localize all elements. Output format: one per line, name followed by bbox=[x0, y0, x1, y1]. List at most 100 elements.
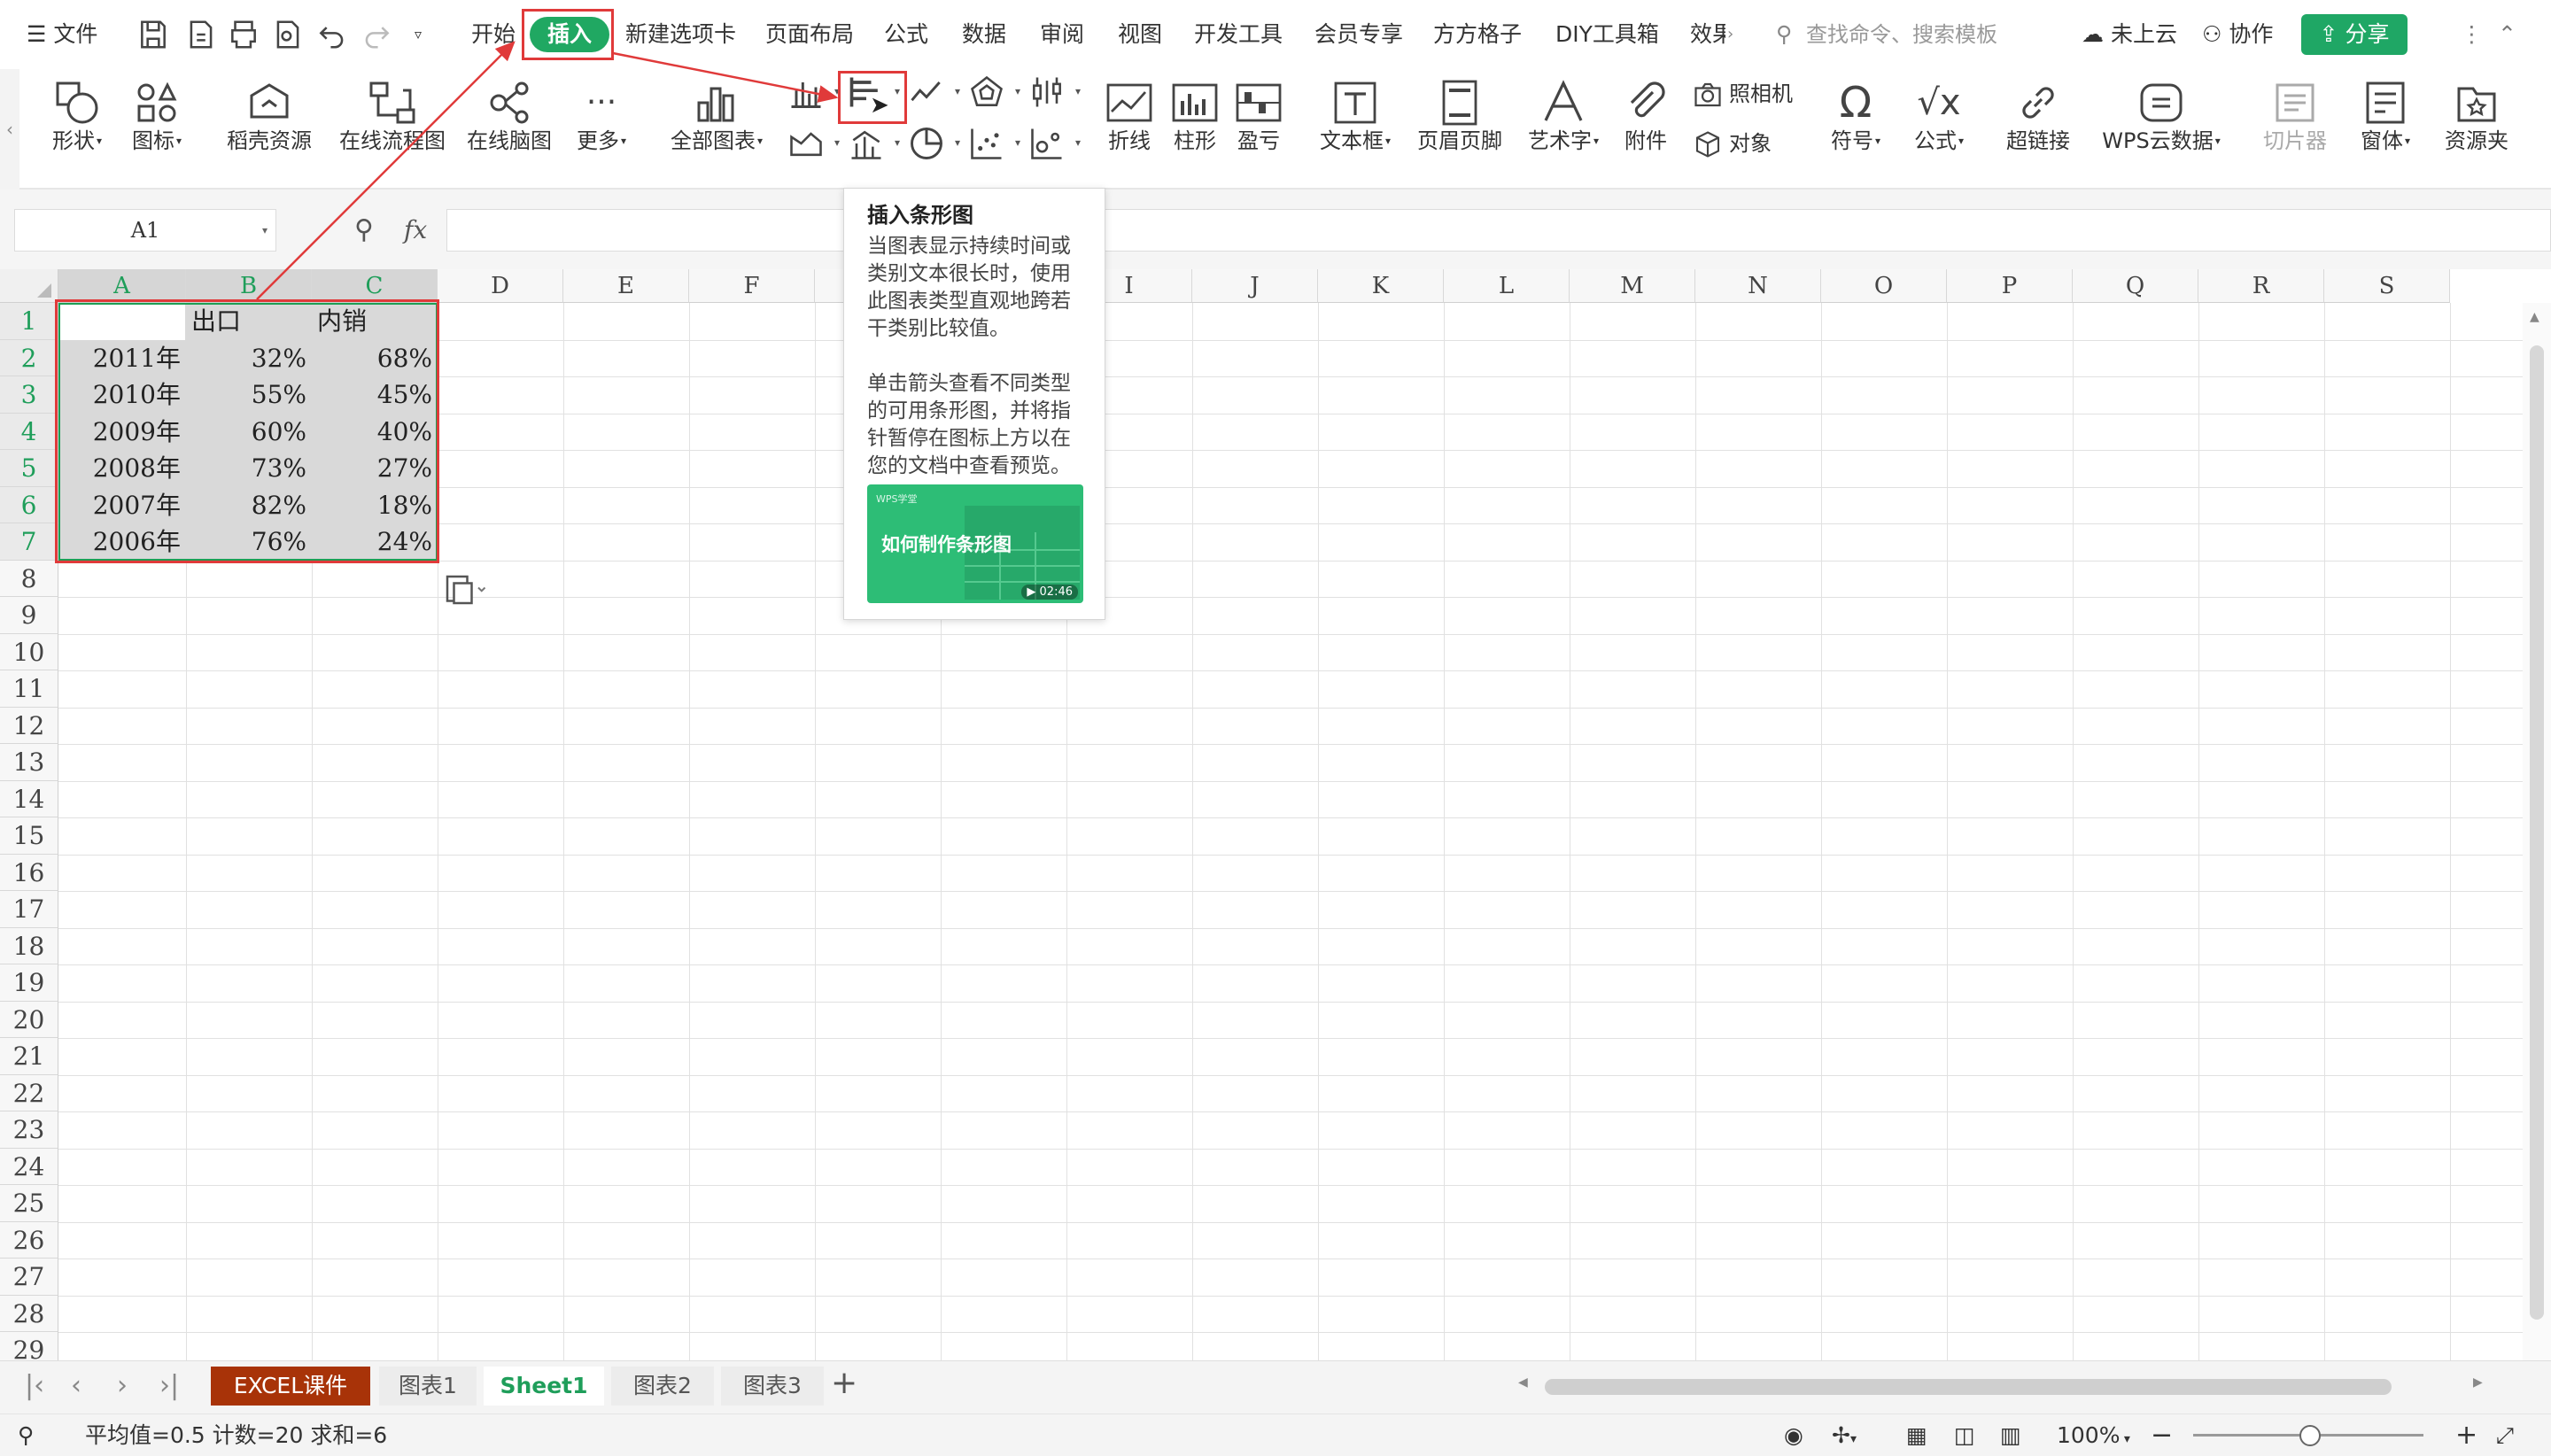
column-header-f[interactable]: F bbox=[689, 269, 815, 303]
tab-data[interactable]: 数据 bbox=[962, 0, 1006, 69]
fullscreen-icon[interactable]: ⤢ bbox=[2496, 1414, 2514, 1456]
row-header-8[interactable]: 8 bbox=[0, 560, 58, 597]
sparkline-winloss-button[interactable]: 盈亏 bbox=[1224, 69, 1293, 190]
sheet-tab-chart2[interactable]: 图表2 bbox=[611, 1367, 714, 1406]
vertical-scrollbar[interactable]: ▲ bbox=[2523, 303, 2551, 1360]
ribbon-scroll-left-icon[interactable]: ‹ bbox=[0, 69, 19, 190]
row-header-3[interactable]: 3 bbox=[0, 376, 58, 414]
daoke-resource-button[interactable]: 稻壳资源 bbox=[218, 69, 321, 190]
symbol-button[interactable]: Ω 符号 ▾ bbox=[1818, 69, 1894, 190]
column-header-l[interactable]: L bbox=[1444, 269, 1570, 303]
sheet-tab-excel-course[interactable]: EXCEL课件 bbox=[211, 1367, 370, 1406]
column-header-p[interactable]: P bbox=[1947, 269, 2073, 303]
sheet-tab-chart1[interactable]: 图表1 bbox=[379, 1367, 477, 1406]
fx-icon[interactable]: fx bbox=[404, 209, 427, 252]
tab-fangfang[interactable]: 方方格子 bbox=[1433, 0, 1522, 69]
normal-view-icon[interactable]: ▦ bbox=[1906, 1414, 1927, 1456]
row-header-27[interactable]: 27 bbox=[0, 1259, 58, 1296]
scroll-up-icon[interactable]: ▲ bbox=[2530, 310, 2539, 324]
tab-diy[interactable]: DIY工具箱 bbox=[1555, 0, 1659, 69]
tab-member[interactable]: 会员专享 bbox=[1314, 0, 1403, 69]
column-header-c[interactable]: C bbox=[312, 269, 438, 303]
collab-button[interactable]: ⚇ 协作 bbox=[2202, 0, 2273, 69]
combo-chart-button[interactable]: ▾ bbox=[847, 124, 900, 167]
row-header-1[interactable]: 1 bbox=[0, 303, 58, 340]
zoom-level[interactable]: 100% ▾ bbox=[2057, 1414, 2130, 1456]
row-header-17[interactable]: 17 bbox=[0, 891, 58, 928]
tab-formula[interactable]: 公式 bbox=[884, 0, 928, 69]
more-options-icon[interactable]: ⋮ bbox=[2461, 0, 2483, 69]
column-header-a[interactable]: A bbox=[58, 269, 186, 303]
column-header-o[interactable]: O bbox=[1821, 269, 1947, 303]
add-sheet-icon[interactable]: + bbox=[831, 1365, 857, 1401]
row-header-7[interactable]: 7 bbox=[0, 523, 58, 561]
row-header-6[interactable]: 6 bbox=[0, 486, 58, 523]
first-sheet-icon[interactable]: |‹ bbox=[25, 1370, 44, 1401]
wordart-button[interactable]: 艺术字 ▾ bbox=[1520, 69, 1607, 190]
zoom-formula-icon[interactable]: ⚲ bbox=[354, 209, 374, 252]
header-footer-button[interactable]: 页眉页脚 bbox=[1414, 69, 1506, 190]
undo-icon[interactable] bbox=[315, 18, 349, 51]
column-header-k[interactable]: K bbox=[1318, 269, 1444, 303]
row-header-20[interactable]: 20 bbox=[0, 1001, 58, 1038]
share-button[interactable]: ⇪ 分享 bbox=[2301, 14, 2408, 55]
resource-folder-button[interactable]: 资源夹 bbox=[2434, 69, 2519, 190]
column-header-m[interactable]: M bbox=[1570, 269, 1695, 303]
command-search[interactable]: ⚲ 查找命令、搜索模板 bbox=[1776, 16, 2033, 53]
row-header-13[interactable]: 13 bbox=[0, 744, 58, 781]
slicer-button[interactable]: 切片器 bbox=[2257, 69, 2333, 190]
vertical-scroll-thumb[interactable] bbox=[2530, 345, 2544, 1320]
reading-mode-icon[interactable]: ✢▾ bbox=[1832, 1414, 1857, 1456]
row-header-23[interactable]: 23 bbox=[0, 1111, 58, 1149]
horizontal-scrollbar[interactable]: ◀ ▶ bbox=[1506, 1375, 2489, 1397]
row-header-9[interactable]: 9 bbox=[0, 597, 58, 634]
icons-button[interactable]: 图标 ▾ bbox=[119, 69, 195, 190]
column-header-s[interactable]: S bbox=[2324, 269, 2450, 303]
stock-chart-button[interactable]: ▾ bbox=[1027, 73, 1081, 115]
all-charts-button[interactable]: 全部图表 ▾ bbox=[664, 69, 769, 190]
textbox-button[interactable]: 文本框 ▾ bbox=[1311, 69, 1400, 190]
line-chart-button[interactable]: ▾ bbox=[907, 73, 960, 115]
row-header-4[interactable]: 4 bbox=[0, 413, 58, 450]
name-box-dropdown-icon[interactable]: ▾ bbox=[262, 209, 268, 252]
scatter-chart-button[interactable]: ▾ bbox=[967, 124, 1020, 167]
shapes-button[interactable]: 形状 ▾ bbox=[39, 69, 115, 190]
column-chart-button[interactable]: ▾ bbox=[787, 73, 840, 115]
pie-chart-button[interactable]: ▾ bbox=[907, 124, 960, 167]
row-header-18[interactable]: 18 bbox=[0, 927, 58, 964]
sheet-tab-chart3[interactable]: 图表3 bbox=[721, 1367, 824, 1406]
select-all-corner[interactable] bbox=[0, 269, 58, 303]
sparkline-line-button[interactable]: 折线 bbox=[1095, 69, 1164, 190]
row-header-22[interactable]: 22 bbox=[0, 1074, 58, 1111]
sparkline-column-button[interactable]: 柱形 bbox=[1160, 69, 1229, 190]
hyperlink-button[interactable]: 超链接 bbox=[1997, 69, 2080, 190]
row-header-25[interactable]: 25 bbox=[0, 1185, 58, 1222]
area-chart-button[interactable]: ▾ bbox=[787, 124, 840, 167]
collapse-ribbon-icon[interactable]: ⌃ bbox=[2498, 0, 2516, 69]
row-header-14[interactable]: 14 bbox=[0, 780, 58, 817]
row-header-11[interactable]: 11 bbox=[0, 670, 58, 708]
cloud-status[interactable]: ☁ 未上云 bbox=[2082, 0, 2177, 69]
column-header-q[interactable]: Q bbox=[2073, 269, 2198, 303]
more-button[interactable]: ··· 更多 ▾ bbox=[567, 69, 636, 190]
paste-options-icon[interactable] bbox=[443, 572, 487, 608]
row-header-19[interactable]: 19 bbox=[0, 964, 58, 1002]
tab-effects[interactable]: 效果 bbox=[1690, 0, 1725, 69]
row-header-5[interactable]: 5 bbox=[0, 450, 58, 487]
row-header-28[interactable]: 28 bbox=[0, 1295, 58, 1332]
redo-icon[interactable] bbox=[360, 18, 393, 51]
column-header-d[interactable]: D bbox=[438, 269, 563, 303]
row-header-16[interactable]: 16 bbox=[0, 854, 58, 891]
quick-access-dropdown-icon[interactable]: ▿ bbox=[415, 0, 422, 69]
wps-cloud-data-button[interactable]: WPS云数据 ▾ bbox=[2094, 69, 2229, 190]
row-header-29[interactable]: 29 bbox=[0, 1332, 58, 1360]
zoom-slider-handle[interactable] bbox=[2299, 1425, 2321, 1446]
object-button[interactable]: 对象 bbox=[1692, 124, 1772, 163]
column-header-b[interactable]: B bbox=[186, 269, 312, 303]
save-icon[interactable] bbox=[136, 18, 170, 51]
row-header-21[interactable]: 21 bbox=[0, 1038, 58, 1075]
radar-chart-button[interactable]: ▾ bbox=[967, 73, 1020, 115]
tab-page-layout[interactable]: 页面布局 bbox=[765, 0, 854, 69]
scroll-left-icon[interactable]: ◀ bbox=[1518, 1375, 1528, 1390]
row-header-10[interactable]: 10 bbox=[0, 633, 58, 670]
